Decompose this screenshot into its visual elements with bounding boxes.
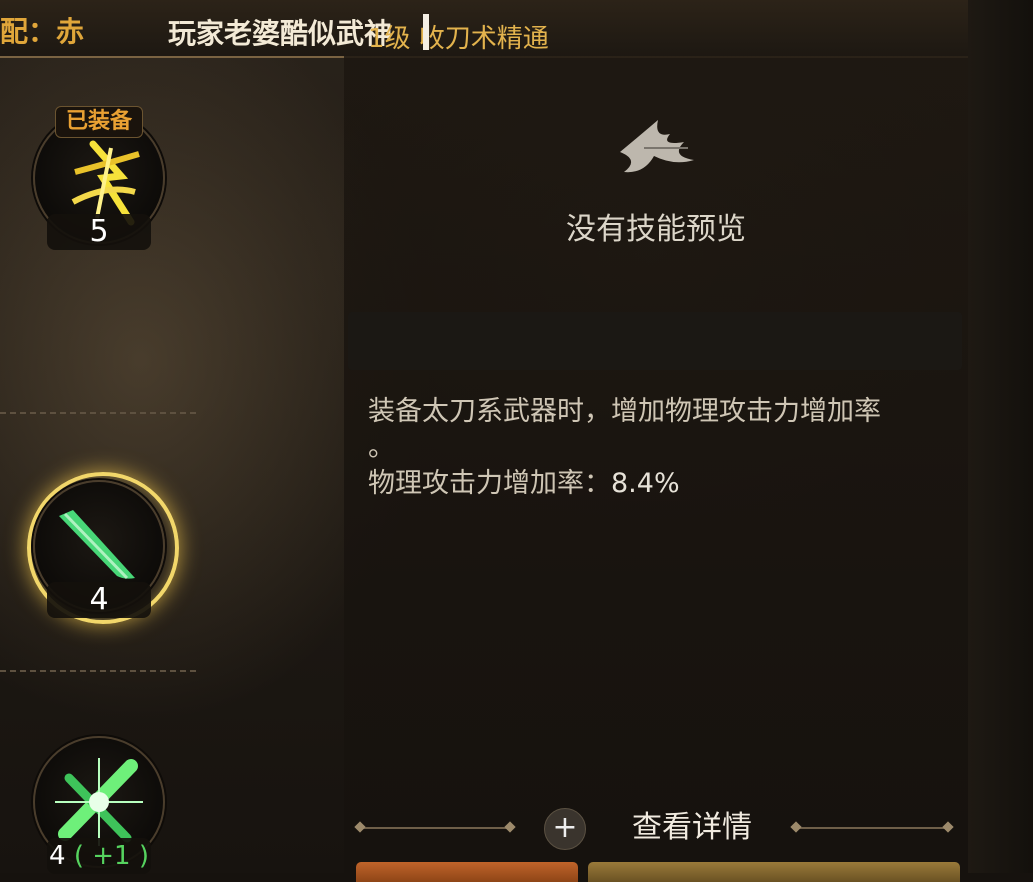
skill-level: 4: [49, 841, 66, 871]
skill-detail-panel: 没有技能预览 装备太刀系武器时，增加物理攻击力增加率 。 物理攻击力增加率：8.…: [344, 56, 968, 882]
decor-line-right: [796, 827, 948, 829]
stat-value: 8.4%: [611, 468, 680, 499]
no-preview-text: 没有技能预览: [566, 212, 746, 247]
stat-label: 物理攻击力增加率：: [368, 468, 611, 499]
action-button-primary[interactable]: [356, 862, 578, 882]
divider: [0, 670, 196, 672]
skill-level-row: 4 ( +1 ): [47, 838, 151, 874]
plus-icon[interactable]: +: [544, 808, 586, 850]
action-button-secondary[interactable]: [588, 862, 960, 882]
skill-level: 5: [47, 214, 151, 250]
info-bar: [348, 312, 962, 370]
divider: [0, 412, 196, 414]
stat-row: 物理攻击力增加率：8.4%: [368, 462, 958, 506]
no-preview-emblem-icon: [614, 112, 700, 186]
skill-title: 1级 收刀术精通: [368, 24, 549, 54]
view-details-row[interactable]: + 查看详情: [356, 808, 954, 850]
skill-list: 已装备 5 4 4 ( +1 ): [0, 56, 340, 874]
match-label: 配：赤: [0, 15, 85, 48]
description-line: 。: [368, 432, 395, 463]
top-bar: 配：赤 玩家老婆酷似武神 1级 收刀术精通: [0, 0, 1033, 58]
skill-slot-1[interactable]: 已装备 5: [33, 106, 165, 250]
equipped-badge: 已装备: [55, 106, 143, 138]
skill-level: 4: [47, 582, 151, 618]
skill-slot-3[interactable]: 4 ( +1 ): [33, 736, 165, 874]
view-details-button[interactable]: 查看详情: [632, 808, 752, 848]
right-edge-panel: [968, 0, 1033, 873]
decor-line-left: [360, 827, 510, 829]
skill-description: 装备太刀系武器时，增加物理攻击力增加率 。 物理攻击力增加率：8.4%: [368, 390, 958, 506]
player-name: 玩家老婆酷似武神: [168, 17, 393, 50]
skill-level-bonus: ( +1 ): [73, 841, 149, 871]
description-line: 装备太刀系武器时，增加物理攻击力增加率: [368, 396, 881, 427]
title-separator: [423, 14, 429, 50]
skill-slot-2[interactable]: 4: [27, 472, 179, 624]
